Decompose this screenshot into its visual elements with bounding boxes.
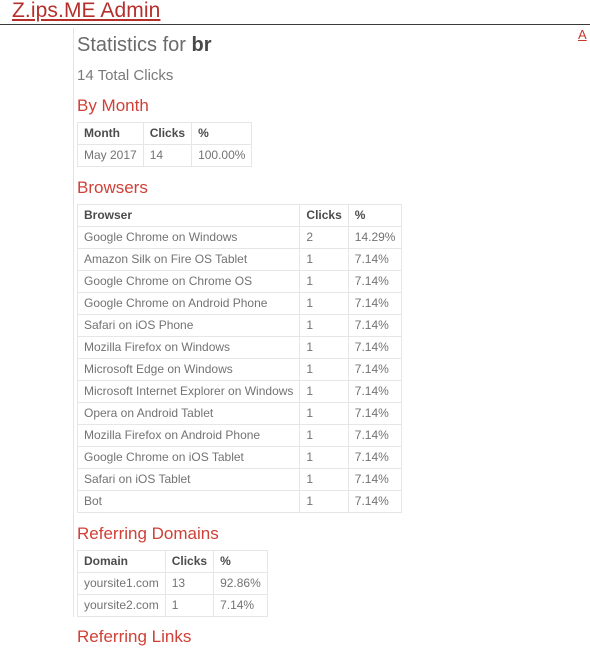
by-month-table-head: Month Clicks %	[77, 122, 253, 145]
by-month-table: Month Clicks % May 2017 14 100.00%	[77, 122, 253, 167]
column-header-browser: Browser	[76, 204, 301, 227]
cell-percent: 7.14%	[347, 270, 403, 293]
cell-percent: 7.14%	[347, 336, 403, 359]
cell-percent: 7.14%	[347, 424, 403, 447]
cell-clicks: 14	[142, 144, 193, 167]
referring-domains-table: Domain Clicks % yoursite1.com 13 92.86% …	[77, 550, 268, 617]
cell-clicks: 1	[299, 336, 349, 359]
cell-browser: Google Chrome on Chrome OS	[76, 270, 301, 293]
by-month-table-body: May 2017 14 100.00%	[77, 144, 253, 167]
cell-browser: Bot	[76, 490, 301, 513]
top-navbar: Z.ips.ME Admin A	[0, 0, 590, 42]
browsers-table-head: Browser Clicks %	[76, 204, 403, 227]
cell-domain: yoursite2.com	[77, 594, 166, 617]
sidebar-divider	[73, 28, 74, 617]
column-header-percent: %	[347, 204, 403, 227]
cell-browser: Safari on iOS Tablet	[76, 468, 301, 491]
cell-percent: 7.14%	[347, 314, 403, 337]
page-title: Statistics for br	[77, 33, 590, 57]
cell-browser: Microsoft Internet Explorer on Windows	[76, 380, 301, 403]
column-header-clicks: Clicks	[142, 122, 193, 145]
brand-link[interactable]: Z.ips.ME Admin	[12, 0, 160, 24]
table-row: Safari on iOS Tablet 1 7.14%	[76, 468, 403, 491]
section-heading-referring-links: Referring Links	[77, 627, 192, 646]
section-heading-browsers: Browsers	[77, 178, 148, 197]
main-content: Statistics for br 14 Total Clicks By Mon…	[76, 25, 590, 653]
cell-clicks: 1	[299, 358, 349, 381]
cell-percent: 7.14%	[347, 380, 403, 403]
table-row: Microsoft Edge on Windows 1 7.14%	[76, 358, 403, 381]
column-header-month: Month	[77, 122, 144, 145]
browsers-table: Browser Clicks % Google Chrome on Window…	[76, 204, 403, 513]
section-heading-referring-domains: Referring Domains	[77, 524, 219, 543]
referring-domains-table-head: Domain Clicks %	[77, 550, 268, 573]
table-row: May 2017 14 100.00%	[77, 144, 253, 167]
cell-percent: 14.29%	[347, 226, 403, 249]
column-header-clicks: Clicks	[164, 550, 215, 573]
cell-month: May 2017	[77, 144, 144, 167]
table-header-row: Browser Clicks %	[76, 204, 403, 227]
table-row: yoursite1.com 13 92.86%	[77, 572, 268, 595]
table-row: yoursite2.com 1 7.14%	[77, 594, 268, 617]
cell-clicks: 1	[299, 446, 349, 469]
cell-browser: Google Chrome on Android Phone	[76, 292, 301, 315]
table-row: Google Chrome on Android Phone 1 7.14%	[76, 292, 403, 315]
column-header-percent: %	[213, 550, 268, 573]
cell-clicks: 2	[299, 226, 349, 249]
cell-browser: Amazon Silk on Fire OS Tablet	[76, 248, 301, 271]
referring-domains-table-body: yoursite1.com 13 92.86% yoursite2.com 1 …	[77, 572, 268, 617]
cell-browser: Mozilla Firefox on Android Phone	[76, 424, 301, 447]
cell-clicks: 1	[299, 314, 349, 337]
table-header-row: Month Clicks %	[77, 122, 253, 145]
cell-clicks: 1	[299, 490, 349, 513]
table-row: Amazon Silk on Fire OS Tablet 1 7.14%	[76, 248, 403, 271]
cell-clicks: 1	[299, 380, 349, 403]
cell-percent: 7.14%	[347, 248, 403, 271]
page-title-target: br	[191, 34, 212, 56]
table-header-row: Domain Clicks %	[77, 550, 268, 573]
table-row: Google Chrome on iOS Tablet 1 7.14%	[76, 446, 403, 469]
column-header-domain: Domain	[77, 550, 166, 573]
cell-browser: Opera on Android Tablet	[76, 402, 301, 425]
table-row: Mozilla Firefox on Windows 1 7.14%	[76, 336, 403, 359]
table-row: Google Chrome on Chrome OS 1 7.14%	[76, 270, 403, 293]
page-title-prefix: Statistics for	[77, 34, 192, 56]
column-header-percent: %	[191, 122, 253, 145]
cell-percent: 100.00%	[191, 144, 253, 167]
table-row: Safari on iOS Phone 1 7.14%	[76, 314, 403, 337]
cell-browser: Google Chrome on Windows	[76, 226, 301, 249]
section-heading-by-month: By Month	[77, 96, 149, 115]
cell-browser: Safari on iOS Phone	[76, 314, 301, 337]
cell-clicks: 1	[299, 468, 349, 491]
total-clicks-label: 14 Total Clicks	[77, 67, 174, 84]
cell-browser: Mozilla Firefox on Windows	[76, 336, 301, 359]
table-row: Opera on Android Tablet 1 7.14%	[76, 402, 403, 425]
cell-percent: 7.14%	[347, 468, 403, 491]
table-row: Mozilla Firefox on Android Phone 1 7.14%	[76, 424, 403, 447]
cell-percent: 7.14%	[347, 490, 403, 513]
cell-percent: 7.14%	[347, 292, 403, 315]
cell-percent: 7.14%	[347, 402, 403, 425]
column-header-clicks: Clicks	[299, 204, 349, 227]
cell-clicks: 1	[299, 248, 349, 271]
table-row: Google Chrome on Windows 2 14.29%	[76, 226, 403, 249]
cell-percent: 7.14%	[213, 594, 268, 617]
cell-browser: Google Chrome on iOS Tablet	[76, 446, 301, 469]
cell-clicks: 13	[164, 572, 215, 595]
cell-clicks: 1	[299, 402, 349, 425]
page-body: Statistics for br 14 Total Clicks By Mon…	[0, 25, 590, 646]
cell-clicks: 1	[299, 424, 349, 447]
cell-clicks: 1	[164, 594, 215, 617]
cell-clicks: 1	[299, 292, 349, 315]
cell-browser: Microsoft Edge on Windows	[76, 358, 301, 381]
cell-percent: 7.14%	[347, 446, 403, 469]
table-row: Microsoft Internet Explorer on Windows 1…	[76, 380, 403, 403]
cell-percent: 7.14%	[347, 358, 403, 381]
cell-percent: 92.86%	[213, 572, 268, 595]
table-row: Bot 1 7.14%	[76, 490, 403, 513]
browsers-table-body: Google Chrome on Windows 2 14.29% Amazon…	[76, 226, 403, 513]
cell-clicks: 1	[299, 270, 349, 293]
cell-domain: yoursite1.com	[77, 572, 166, 595]
